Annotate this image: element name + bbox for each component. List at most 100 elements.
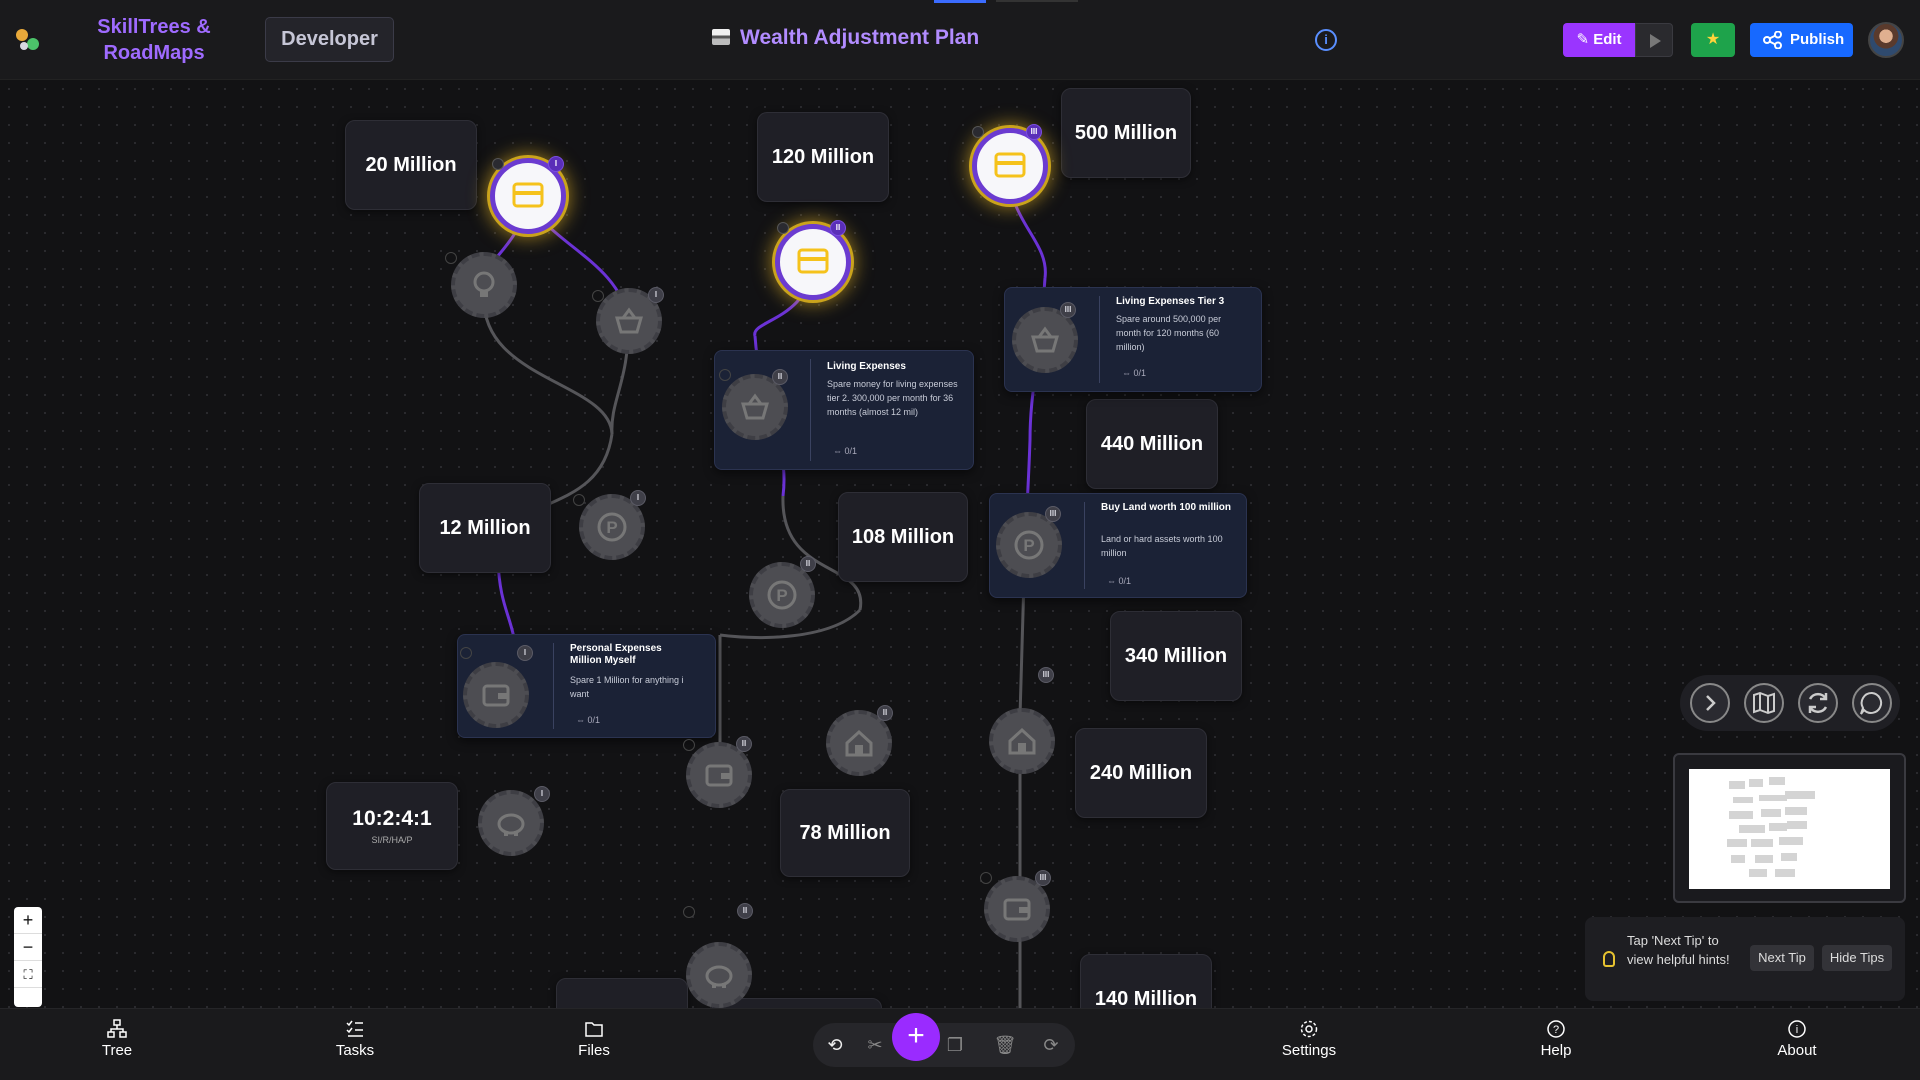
redo-button[interactable]: ⟳	[1039, 1033, 1063, 1057]
hide-tips-button[interactable]: Hide Tips	[1822, 945, 1892, 971]
card-description: Spare 1 Million for anything i want	[570, 675, 684, 699]
play-small-icon[interactable]	[492, 158, 504, 170]
tab-indicator	[996, 0, 1078, 2]
help-icon: ?	[1547, 1020, 1565, 1038]
next-tip-button[interactable]: Next Tip	[1750, 945, 1814, 971]
gear-icon	[1300, 1020, 1318, 1038]
app-root: SkillTrees & RoadMaps Developer Wealth A…	[0, 0, 1920, 1080]
zoom-in-button[interactable]: +	[14, 907, 42, 934]
milestone-240-million[interactable]: 240 Million	[1075, 728, 1207, 818]
publish-button[interactable]: Publish	[1750, 23, 1853, 57]
nav-settings-label: Settings	[1281, 1042, 1337, 1059]
card-progress: ⇔ 0/1	[576, 715, 600, 725]
add-node-button[interactable]: +	[892, 1013, 940, 1061]
card-description: Spare around 500,000 per month for 120 m…	[1116, 314, 1222, 352]
lock-icon	[460, 647, 472, 659]
link-icon: ⇔	[1107, 576, 1119, 586]
milestone-partial-card[interactable]	[556, 978, 688, 1008]
tree-canvas[interactable]: 20 Million 120 Million 500 Million 12 Mi…	[0, 80, 1920, 1008]
card-progress-value: 0/1	[1118, 576, 1132, 586]
favorite-button[interactable]: ★	[1691, 23, 1735, 57]
tier-badge: I	[630, 490, 646, 506]
play-small-icon[interactable]	[777, 222, 789, 234]
copy-button[interactable]: ❐	[943, 1033, 967, 1057]
ratio-label[interactable]: 10:2:4:1 SI/R/HA/P	[326, 782, 458, 870]
milestone-78-million[interactable]: 78 Million	[780, 789, 910, 877]
play-button[interactable]	[1635, 23, 1673, 57]
user-avatar[interactable]	[1868, 22, 1904, 58]
minimap-viewport[interactable]	[1689, 769, 1890, 889]
home-icon	[845, 729, 873, 757]
milestone-12-million[interactable]: 12 Million	[419, 483, 551, 573]
piggy-bank-icon	[497, 813, 525, 836]
developer-button[interactable]: Developer	[265, 17, 394, 62]
refresh-button[interactable]	[1798, 683, 1838, 723]
play-small-icon[interactable]	[972, 126, 984, 138]
next-button[interactable]	[1690, 683, 1730, 723]
nav-about[interactable]: i About	[1752, 1019, 1842, 1059]
ratio-legend: SI/R/HA/P	[371, 835, 413, 845]
node-piggy-2[interactable]	[686, 942, 752, 1008]
nav-settings[interactable]: Settings	[1264, 1019, 1354, 1059]
milestone-108-million[interactable]: 108 Million	[838, 492, 968, 582]
node-wallet-1[interactable]	[463, 662, 529, 728]
node-piggy-1[interactable]	[478, 790, 544, 856]
parking-icon: P	[767, 580, 797, 610]
card-progress: ⇔ 0/1	[833, 446, 857, 456]
home-icon	[1008, 727, 1036, 755]
brand-name[interactable]: SkillTrees & RoadMaps	[88, 14, 220, 66]
milestone-140-million[interactable]: 140 Million	[1080, 954, 1212, 1008]
cut-button[interactable]: ✂	[863, 1033, 887, 1057]
parking-icon: P	[597, 512, 627, 542]
app-logo-icon[interactable]	[14, 26, 42, 54]
nav-tree[interactable]: Tree	[72, 1019, 162, 1059]
nav-about-label: About	[1777, 1042, 1817, 1059]
tier-badge: II	[772, 369, 788, 385]
minimap-preview	[1727, 777, 1815, 877]
card-progress: ⇔ 0/1	[1122, 368, 1146, 378]
milestone-20-million[interactable]: 20 Million	[345, 120, 477, 210]
card-title: Living Expenses	[827, 361, 906, 372]
milestone-500-million[interactable]: 500 Million	[1061, 88, 1191, 178]
undo-button[interactable]: ⟲	[823, 1033, 847, 1057]
card-progress-value: 0/1	[844, 446, 858, 456]
nav-tasks[interactable]: Tasks	[310, 1019, 400, 1059]
tab-indicator-active	[934, 0, 986, 3]
node-wallet-3[interactable]	[984, 876, 1050, 942]
brand-line-1: SkillTrees &	[97, 16, 211, 38]
share-icon	[1763, 31, 1782, 49]
nav-help[interactable]: ? Help	[1511, 1019, 1601, 1059]
node-parking-2[interactable]: P	[749, 562, 815, 628]
milestone-340-million[interactable]: 340 Million	[1110, 611, 1242, 701]
tips-text: Tap 'Next Tip' to view helpful hints!	[1627, 933, 1730, 967]
brand-line-2: RoadMaps	[103, 42, 205, 64]
wallet-icon	[1003, 898, 1031, 921]
plan-title[interactable]: Wealth Adjustment Plan	[712, 26, 979, 50]
fit-view-button[interactable]: ⛶	[14, 961, 42, 988]
info-icon[interactable]: i	[1315, 29, 1337, 51]
zoom-out-button[interactable]: −	[14, 934, 42, 961]
nav-files-label: Files	[578, 1042, 610, 1059]
star-icon: ★	[1705, 31, 1721, 48]
delete-button[interactable]: 🗑	[993, 1033, 1017, 1057]
node-lightbulb[interactable]	[451, 252, 517, 318]
edit-button[interactable]: ✎ Edit	[1563, 23, 1635, 57]
card-progress-value: 0/1	[587, 715, 601, 725]
wallet-icon	[482, 684, 510, 707]
parking-icon: P	[1014, 530, 1044, 560]
lock-icon	[592, 290, 604, 302]
card-divider	[553, 643, 554, 729]
map-button[interactable]	[1744, 683, 1784, 723]
lock-icon	[683, 906, 695, 918]
card-divider	[810, 359, 811, 461]
milestone-440-million[interactable]: 440 Million	[1086, 399, 1218, 489]
minimap[interactable]	[1673, 753, 1906, 903]
comment-button[interactable]	[1852, 683, 1892, 723]
chat-icon	[1860, 691, 1883, 715]
link-icon: ⇔	[833, 446, 845, 456]
nav-files[interactable]: Files	[549, 1019, 639, 1059]
map-icon	[1753, 691, 1775, 715]
publish-label: Publish	[1790, 31, 1845, 48]
milestone-120-million[interactable]: 120 Million	[757, 112, 889, 202]
node-home-2[interactable]	[989, 708, 1055, 774]
